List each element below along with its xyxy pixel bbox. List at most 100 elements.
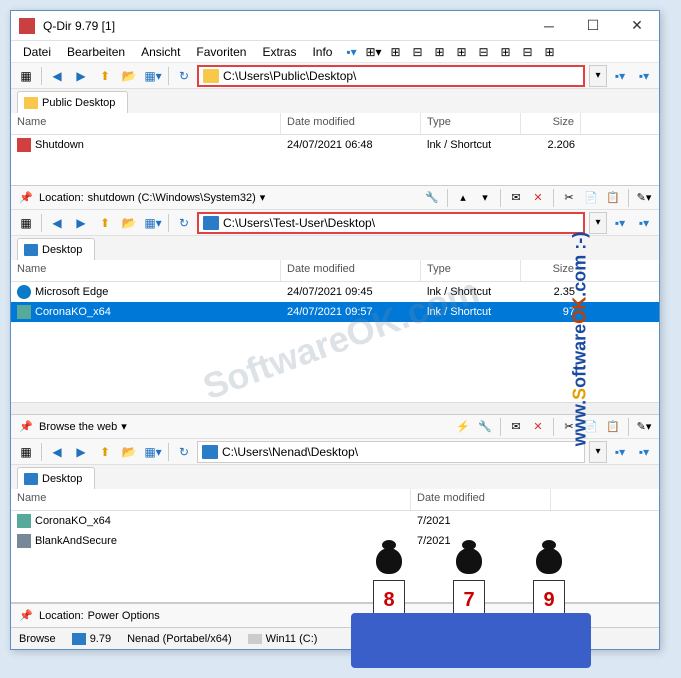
up-arrow-icon[interactable]: ▴ (454, 189, 472, 207)
pin-icon[interactable]: 📌 (17, 189, 35, 207)
col-size[interactable]: Size (521, 113, 581, 134)
cut-icon[interactable]: ✂ (560, 189, 578, 207)
menu-ansicht[interactable]: Ansicht (133, 43, 188, 61)
layout-6-icon[interactable]: ⊟ (474, 44, 492, 60)
pane2-address[interactable]: C:\Users\Test-User\Desktop\ (197, 212, 585, 234)
mail-icon[interactable]: ✉ (507, 189, 525, 207)
col-date[interactable]: Date modified (281, 260, 421, 281)
menu-info[interactable]: Info (304, 43, 340, 61)
back-icon[interactable]: ◀ (46, 441, 68, 463)
address-dropdown-icon[interactable]: ▾ (589, 65, 607, 87)
up-icon[interactable]: ⬆ (94, 65, 116, 87)
desktop-icon (24, 473, 38, 485)
pane-1: ▦ ◀ ▶ ⬆ 📂 ▦▾ ↻ C:\Users\Public\Desktop\ … (11, 63, 659, 186)
paste-icon[interactable]: 📋 (604, 418, 622, 436)
folder-open-icon[interactable]: 📂 (118, 441, 140, 463)
layout-5-icon[interactable]: ⊞ (452, 44, 470, 60)
pane2-toolbar: ▦ ◀ ▶ ⬆ 📂 ▦▾ ↻ C:\Users\Test-User\Deskto… (11, 210, 659, 236)
back-icon[interactable]: ◀ (46, 212, 68, 234)
chevron-down-icon[interactable]: ▾ (121, 420, 127, 433)
pane1-tab[interactable]: Public Desktop (17, 91, 128, 113)
pane3-address[interactable]: C:\Users\Nenad\Desktop\ (197, 441, 585, 463)
chevron-down-icon[interactable]: ▾ (260, 191, 266, 204)
minimize-button[interactable]: ─ (527, 12, 571, 40)
delete-icon[interactable]: ✕ (529, 418, 547, 436)
up-icon[interactable]: ⬆ (94, 441, 116, 463)
status-item-2[interactable]: Nenad (Portabel/x64) (127, 633, 232, 645)
maximize-button[interactable]: ☐ (571, 12, 615, 40)
layout-8-icon[interactable]: ⊟ (518, 44, 536, 60)
folder-icon[interactable]: ▪▾ (342, 44, 360, 60)
layout-9-icon[interactable]: ⊞ (540, 44, 558, 60)
mail-icon[interactable]: ✉ (507, 418, 525, 436)
list-item[interactable]: Microsoft Edge 24/07/2021 09:45 lnk / Sh… (11, 282, 659, 302)
refresh-icon[interactable]: ↻ (173, 65, 195, 87)
folder-open-icon[interactable]: 📂 (118, 212, 140, 234)
folder-open-icon[interactable]: 📂 (118, 65, 140, 87)
list-item[interactable]: Shutdown 24/07/2021 06:48 lnk / Shortcut… (11, 135, 659, 155)
refresh-icon[interactable]: ↻ (173, 441, 195, 463)
list-item[interactable]: CoronaKO_x64 24/07/2021 09:57 lnk / Shor… (11, 302, 659, 322)
desktop-icon (24, 244, 38, 256)
delete-icon[interactable]: ✕ (529, 189, 547, 207)
edit-icon[interactable]: ✎▾ (635, 189, 653, 207)
pin-icon[interactable]: 📌 (17, 418, 35, 436)
copy-icon[interactable]: 📄 (582, 189, 600, 207)
bookmark2-icon[interactable]: ▪▾ (633, 441, 655, 463)
pane2-tab[interactable]: Desktop (17, 238, 95, 260)
view-icon[interactable]: ▦ (15, 65, 37, 87)
location-label: Browse the web (39, 421, 117, 433)
layout-2-icon[interactable]: ⊞ (386, 44, 404, 60)
layout-7-icon[interactable]: ⊞ (496, 44, 514, 60)
menu-bearbeiten[interactable]: Bearbeiten (59, 43, 133, 61)
col-name[interactable]: Name (11, 489, 411, 510)
bookmark1-icon[interactable]: ▪▾ (609, 441, 631, 463)
grid-icon[interactable]: ▦▾ (142, 441, 164, 463)
close-button[interactable]: ✕ (615, 12, 659, 40)
address-dropdown-icon[interactable]: ▾ (589, 212, 607, 234)
pane1-address[interactable]: C:\Users\Public\Desktop\ (197, 65, 585, 87)
col-name[interactable]: Name (11, 260, 281, 281)
layout-1-icon[interactable]: ⊞▾ (364, 44, 382, 60)
paste-icon[interactable]: 📋 (604, 189, 622, 207)
bookmark2-icon[interactable]: ▪▾ (633, 65, 655, 87)
tools-icon[interactable]: 🔧 (423, 189, 441, 207)
col-name[interactable]: Name (11, 113, 281, 134)
back-icon[interactable]: ◀ (46, 65, 68, 87)
horizontal-scrollbar[interactable] (11, 402, 659, 414)
view-icon[interactable]: ▦ (15, 441, 37, 463)
forward-icon[interactable]: ▶ (70, 65, 92, 87)
lightning-icon[interactable]: ⚡ (454, 418, 472, 436)
tools-icon[interactable]: 🔧 (476, 418, 494, 436)
grid-icon[interactable]: ▦▾ (142, 212, 164, 234)
layout-4-icon[interactable]: ⊞ (430, 44, 448, 60)
menu-extras[interactable]: Extras (254, 43, 304, 61)
menu-datei[interactable]: Datei (15, 43, 59, 61)
up-icon[interactable]: ⬆ (94, 212, 116, 234)
bookmark1-icon[interactable]: ▪▾ (609, 212, 631, 234)
refresh-icon[interactable]: ↻ (173, 212, 195, 234)
view-icon[interactable]: ▦ (15, 212, 37, 234)
pin-icon[interactable]: 📌 (17, 607, 35, 625)
edit-icon[interactable]: ✎▾ (635, 418, 653, 436)
pane3-tab-label: Desktop (42, 473, 82, 485)
down-arrow-icon[interactable]: ▾ (476, 189, 494, 207)
location-bar-2: 📌 Browse the web ▾ ⚡ 🔧 ✉ ✕ ✂ 📄 📋 ✎▾ (11, 415, 659, 439)
forward-icon[interactable]: ▶ (70, 441, 92, 463)
status-item-3[interactable]: Win11 (C:) (266, 633, 318, 645)
col-date[interactable]: Date modified (411, 489, 551, 510)
address-dropdown-icon[interactable]: ▾ (589, 441, 607, 463)
bookmark1-icon[interactable]: ▪▾ (609, 65, 631, 87)
col-type[interactable]: Type (421, 260, 521, 281)
drive-icon (248, 634, 262, 644)
layout-3-icon[interactable]: ⊟ (408, 44, 426, 60)
forward-icon[interactable]: ▶ (70, 212, 92, 234)
pane3-tab[interactable]: Desktop (17, 467, 95, 489)
col-type[interactable]: Type (421, 113, 521, 134)
desktop-icon (203, 216, 219, 230)
menu-favoriten[interactable]: Favoriten (188, 43, 254, 61)
status-item-1[interactable]: 9.79 (90, 633, 111, 645)
grid-icon[interactable]: ▦▾ (142, 65, 164, 87)
bookmark2-icon[interactable]: ▪▾ (633, 212, 655, 234)
col-date[interactable]: Date modified (281, 113, 421, 134)
